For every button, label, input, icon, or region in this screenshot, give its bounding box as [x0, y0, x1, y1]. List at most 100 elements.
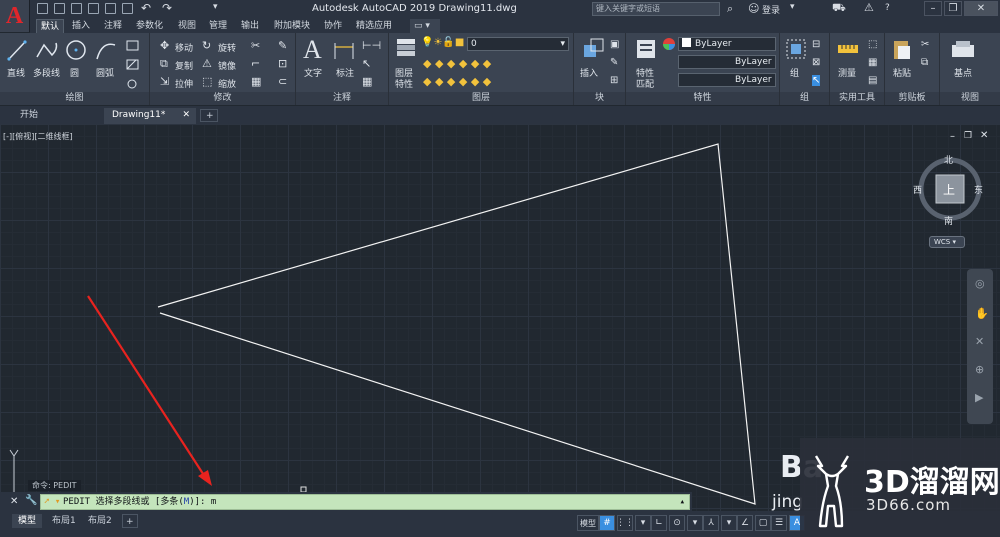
- tab-manage[interactable]: 管理: [205, 19, 231, 33]
- start-tab[interactable]: 开始: [12, 108, 100, 124]
- object-snap-icon[interactable]: ▾: [721, 515, 737, 531]
- block-panel-title[interactable]: 块: [574, 92, 625, 105]
- group-edit-icon[interactable]: ⊠: [812, 57, 820, 68]
- move-button[interactable]: 移动: [175, 41, 193, 54]
- explode-icon[interactable]: ⊡: [278, 57, 287, 70]
- model-layout-tab[interactable]: 模型: [12, 514, 43, 528]
- lineweight-dropdown[interactable]: ByLayer: [678, 73, 776, 87]
- tab-output[interactable]: 输出: [237, 19, 263, 33]
- rectangle-icon[interactable]: [126, 40, 140, 52]
- user-icon[interactable]: ☺: [748, 2, 759, 15]
- close-button[interactable]: ✕: [964, 1, 998, 16]
- new-icon[interactable]: [37, 3, 48, 14]
- layout2-tab[interactable]: 布局2: [82, 514, 118, 528]
- isometric-icon[interactable]: ▾: [687, 515, 703, 531]
- offset-icon[interactable]: ⊂: [278, 75, 287, 88]
- id-point-icon[interactable]: ▤: [868, 75, 877, 86]
- select-all-icon[interactable]: ⬚: [868, 39, 877, 50]
- layer-properties-icon[interactable]: [394, 37, 418, 61]
- new-layout-icon[interactable]: +: [122, 514, 138, 528]
- minimize-button[interactable]: –: [924, 1, 942, 16]
- tab-addins[interactable]: 附加模块: [270, 19, 314, 33]
- web-mobile-icon[interactable]: [105, 3, 116, 14]
- viewcube-north[interactable]: 北: [944, 153, 953, 166]
- tab-home[interactable]: 默认: [36, 19, 65, 33]
- tab-view[interactable]: 视图: [174, 19, 200, 33]
- login-dropdown-icon[interactable]: ▾: [790, 2, 795, 12]
- viewport-minimize-icon[interactable]: –: [950, 131, 955, 142]
- viewcube-top[interactable]: 上: [943, 181, 955, 198]
- paste-icon[interactable]: [891, 37, 913, 61]
- line-icon[interactable]: [6, 39, 28, 63]
- hatch-icon[interactable]: [126, 59, 140, 71]
- polyline-icon[interactable]: [34, 39, 60, 63]
- search-input[interactable]: 键入关键字或短语: [592, 2, 720, 16]
- steering-wheel-icon[interactable]: ◎: [975, 277, 985, 290]
- leader-icon[interactable]: ↖: [362, 57, 371, 70]
- grid-icon[interactable]: #: [599, 515, 615, 531]
- exchange-icon[interactable]: ⚠: [864, 1, 874, 14]
- boundary-icon[interactable]: [126, 78, 140, 90]
- application-menu-button[interactable]: A: [0, 0, 30, 32]
- stretch-icon[interactable]: ⇲: [160, 75, 169, 88]
- restore-button[interactable]: ❐: [944, 1, 962, 16]
- viewcube-west[interactable]: 西: [913, 183, 922, 196]
- ucs-menu[interactable]: WCS ▾: [929, 236, 965, 248]
- mirror-button[interactable]: 镜像: [218, 59, 236, 72]
- cut-icon[interactable]: ✂: [921, 39, 929, 50]
- lineweight-icon[interactable]: ∠: [737, 515, 753, 531]
- attribute-icon[interactable]: ⊞: [610, 75, 618, 86]
- linear-dim-icon[interactable]: ⊢⊣: [362, 39, 381, 52]
- scale-icon[interactable]: ⬚: [202, 75, 212, 88]
- new-tab-icon[interactable]: +: [200, 109, 218, 122]
- erase-icon[interactable]: ✎: [278, 39, 287, 52]
- copy-icon[interactable]: ⧉: [160, 57, 168, 71]
- pan-icon[interactable]: ✋: [975, 307, 989, 320]
- utilities-panel-title[interactable]: 实用工具: [830, 92, 884, 105]
- object-snap-tracking-icon[interactable]: ⅄: [703, 515, 719, 531]
- rotate-button[interactable]: 旋转: [218, 41, 236, 54]
- viewcube-south[interactable]: 南: [944, 214, 953, 227]
- open-icon[interactable]: [54, 3, 65, 14]
- ribbon-toggle-icon[interactable]: ▭ ▾: [410, 19, 440, 33]
- draw-panel-title[interactable]: 绘图: [0, 92, 149, 105]
- customize-wrench-icon[interactable]: 🔧: [25, 495, 37, 506]
- zoom-extents-icon[interactable]: ✕: [975, 335, 984, 348]
- dimension-button[interactable]: 标注: [336, 66, 354, 79]
- copy-button[interactable]: 复制: [175, 59, 193, 72]
- mirror-icon[interactable]: ⚠: [202, 57, 212, 70]
- binoculars-icon[interactable]: ⌕: [727, 2, 733, 16]
- properties-icon[interactable]: [634, 37, 658, 61]
- scale-button[interactable]: 缩放: [218, 77, 236, 90]
- save-icon[interactable]: [71, 3, 82, 14]
- close-command-icon[interactable]: ✕: [10, 496, 18, 507]
- table-icon[interactable]: ▦: [362, 75, 372, 88]
- selection-cycling-icon[interactable]: ☰: [771, 515, 787, 531]
- arc-icon[interactable]: [94, 39, 118, 63]
- text-icon[interactable]: A: [303, 35, 322, 65]
- undo-icon[interactable]: ↶: [141, 1, 151, 15]
- help-button[interactable]: ?: [885, 3, 890, 13]
- layer-tools-icon[interactable]: ◆ ◆ ◆ ◆ ◆ ◆: [423, 57, 491, 70]
- quick-calc-icon[interactable]: ▦: [868, 57, 877, 68]
- tab-parametric[interactable]: 参数化: [132, 19, 167, 33]
- close-icon[interactable]: ✕: [182, 108, 190, 123]
- transparency-icon[interactable]: ▢: [755, 515, 771, 531]
- tab-annotate[interactable]: 注释: [100, 19, 126, 33]
- linetype-dropdown[interactable]: ByLayer: [678, 55, 776, 69]
- redo-icon[interactable]: ↷: [162, 1, 172, 15]
- ungroup-icon[interactable]: ⊟: [812, 39, 820, 50]
- polar-icon[interactable]: ⊙: [669, 515, 685, 531]
- layer-on-icon[interactable]: 💡☀🔓■: [421, 37, 464, 48]
- tab-featured-apps[interactable]: 精选应用: [352, 19, 396, 33]
- cart-icon[interactable]: ⛟: [832, 1, 846, 16]
- view-panel-title[interactable]: 视图: [940, 92, 1000, 105]
- layers-panel-title[interactable]: 图层: [389, 92, 573, 105]
- array-icon[interactable]: ▦: [251, 75, 261, 88]
- command-input[interactable]: ➚ ▾ PEDIT 选择多段线或 [多条(M)]: m ▴: [40, 494, 690, 510]
- layer-dropdown[interactable]: 0 ▾: [467, 37, 569, 51]
- measure-icon[interactable]: [836, 39, 860, 59]
- login-button[interactable]: 登录: [762, 3, 780, 16]
- ortho-icon[interactable]: ∟: [651, 515, 667, 531]
- trim-icon[interactable]: ✂: [251, 39, 260, 52]
